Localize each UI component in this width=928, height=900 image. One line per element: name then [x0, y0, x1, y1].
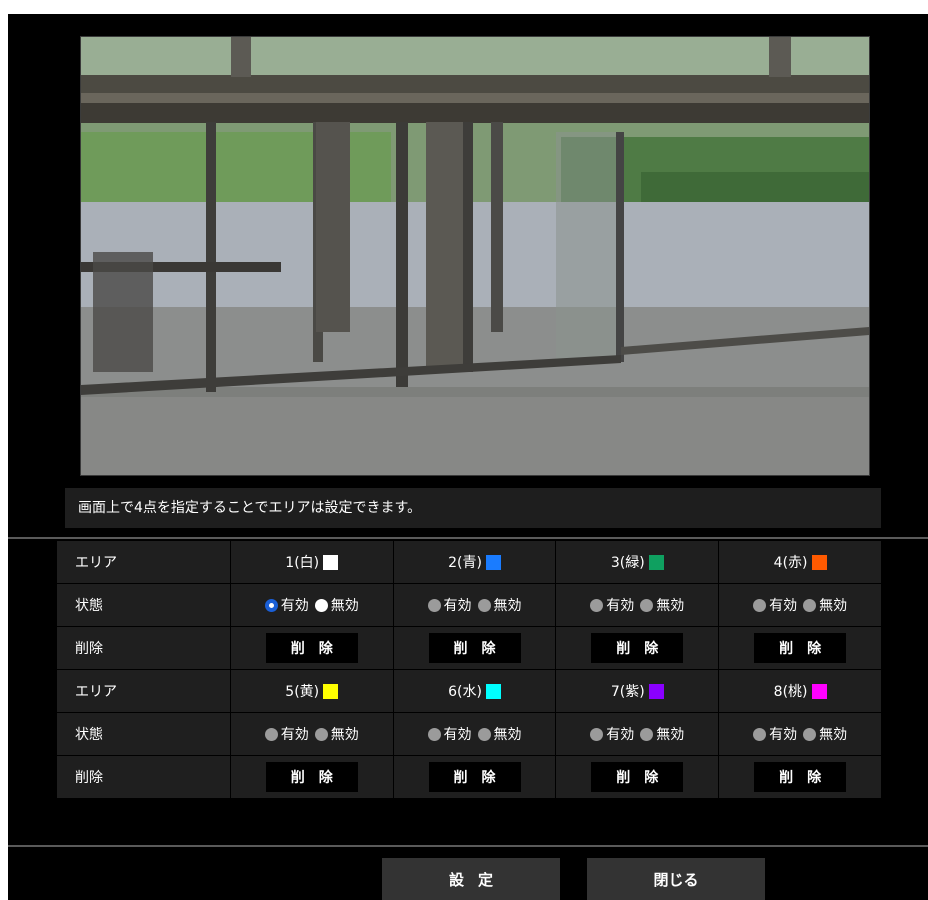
- area-7-header: 7(紫): [556, 670, 719, 712]
- enable-radio[interactable]: [427, 598, 441, 612]
- delete-area-5-button[interactable]: 削除: [265, 762, 358, 792]
- disable-radio[interactable]: [477, 598, 491, 612]
- area-label: エリア: [57, 670, 230, 712]
- close-button[interactable]: 閉じる: [587, 858, 765, 900]
- area-5-header: 5(黄): [230, 670, 393, 712]
- area-2-header: 2(青): [393, 541, 556, 583]
- disable-radio[interactable]: [640, 727, 654, 741]
- settings-window: 画面上で4点を指定することでエリアは設定できます。 エリア 1(白) 2(青) …: [8, 14, 928, 900]
- delete-row: 削除 削除 削除 削除 削除: [57, 756, 881, 798]
- delete-area-7-button[interactable]: 削除: [591, 762, 684, 792]
- delete-area-6-button[interactable]: 削除: [428, 762, 521, 792]
- delete-row: 削除 削除 削除 削除 削除: [57, 627, 881, 669]
- enable-radio[interactable]: [590, 598, 604, 612]
- enable-radio[interactable]: [753, 727, 767, 741]
- delete-label: 削除: [57, 627, 230, 669]
- color-swatch: [648, 554, 664, 570]
- delete-area-2-button[interactable]: 削除: [428, 633, 521, 663]
- divider: [8, 537, 928, 539]
- camera-preview-area[interactable]: [80, 36, 870, 476]
- disable-radio[interactable]: [314, 727, 328, 741]
- color-swatch: [648, 683, 664, 699]
- set-button[interactable]: 設定: [382, 858, 560, 900]
- color-swatch: [811, 554, 827, 570]
- area-1-status: 有効 無効: [230, 584, 393, 626]
- color-swatch: [323, 554, 339, 570]
- delete-area-8-button[interactable]: 削除: [754, 762, 847, 792]
- enable-radio[interactable]: [264, 727, 278, 741]
- area-8-status: 有効 無効: [719, 713, 881, 755]
- disable-radio[interactable]: [803, 727, 817, 741]
- disable-radio[interactable]: [640, 598, 654, 612]
- area-4-header: 4(赤): [719, 541, 881, 583]
- camera-image: [81, 37, 869, 475]
- delete-label: 削除: [57, 756, 230, 798]
- area-8-header: 8(桃): [719, 670, 881, 712]
- area-row: エリア 1(白) 2(青) 3(緑) 4(赤): [57, 541, 881, 583]
- area-3-status: 有効 無効: [556, 584, 719, 626]
- delete-area-1-button[interactable]: 削除: [265, 633, 358, 663]
- disable-radio[interactable]: [314, 598, 328, 612]
- area-3-header: 3(緑): [556, 541, 719, 583]
- enable-radio[interactable]: [590, 727, 604, 741]
- delete-area-3-button[interactable]: 削除: [591, 633, 684, 663]
- divider: [8, 845, 928, 847]
- area-5-status: 有効 無効: [230, 713, 393, 755]
- color-swatch: [811, 683, 827, 699]
- area-row: エリア 5(黄) 6(水) 7(紫) 8(桃): [57, 670, 881, 712]
- status-row: 状態 有効 無効 有効 無効 有効 無効 有効 無効: [57, 584, 881, 626]
- area-7-status: 有効 無効: [556, 713, 719, 755]
- status-label: 状態: [57, 584, 230, 626]
- enable-radio[interactable]: [753, 598, 767, 612]
- enable-radio[interactable]: [427, 727, 441, 741]
- area-1-header: 1(白): [230, 541, 393, 583]
- color-swatch: [485, 683, 501, 699]
- enable-radio[interactable]: [264, 598, 278, 612]
- disable-radio[interactable]: [803, 598, 817, 612]
- area-6-status: 有効 無効: [393, 713, 556, 755]
- area-2-status: 有効 無効: [393, 584, 556, 626]
- area-6-header: 6(水): [393, 670, 556, 712]
- area-label: エリア: [57, 541, 230, 583]
- color-swatch: [323, 683, 339, 699]
- disable-radio[interactable]: [477, 727, 491, 741]
- status-row: 状態 有効 無効 有効 無効 有効 無効 有効 無効: [57, 713, 881, 755]
- instruction-text: 画面上で4点を指定することでエリアは設定できます。: [65, 488, 881, 528]
- delete-area-4-button[interactable]: 削除: [754, 633, 847, 663]
- area-4-status: 有効 無効: [719, 584, 881, 626]
- area-settings-table: エリア 1(白) 2(青) 3(緑) 4(赤) 状態 有効 無効 有効 無効 有…: [57, 541, 881, 827]
- color-swatch: [485, 554, 501, 570]
- status-label: 状態: [57, 713, 230, 755]
